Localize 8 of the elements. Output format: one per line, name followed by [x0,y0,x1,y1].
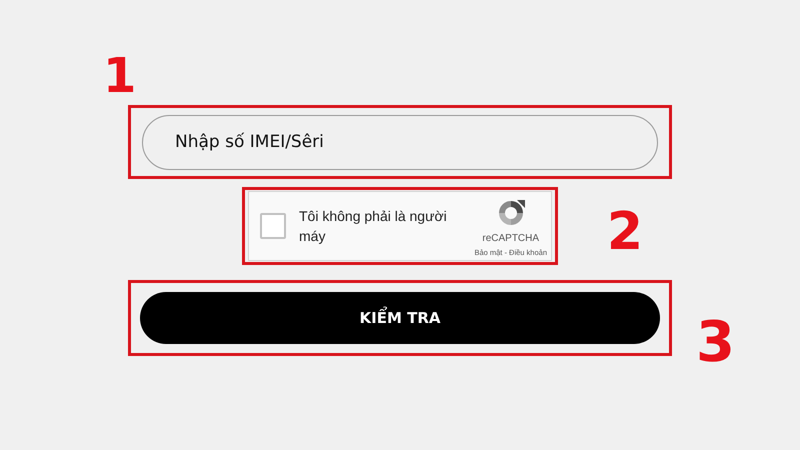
callout-number: 2 [606,206,643,258]
check-button[interactable]: KIỂM TRA [140,292,660,344]
callout-number: 1 [103,52,136,100]
checkbox[interactable] [260,213,286,239]
callout-number: 3 [696,315,735,371]
captcha-label: Tôi không phải là người máy [299,207,448,246]
input-field[interactable]: Nhập số IMEI/Sêri [142,114,658,170]
brand-name: reCAPTCHA [482,233,540,244]
